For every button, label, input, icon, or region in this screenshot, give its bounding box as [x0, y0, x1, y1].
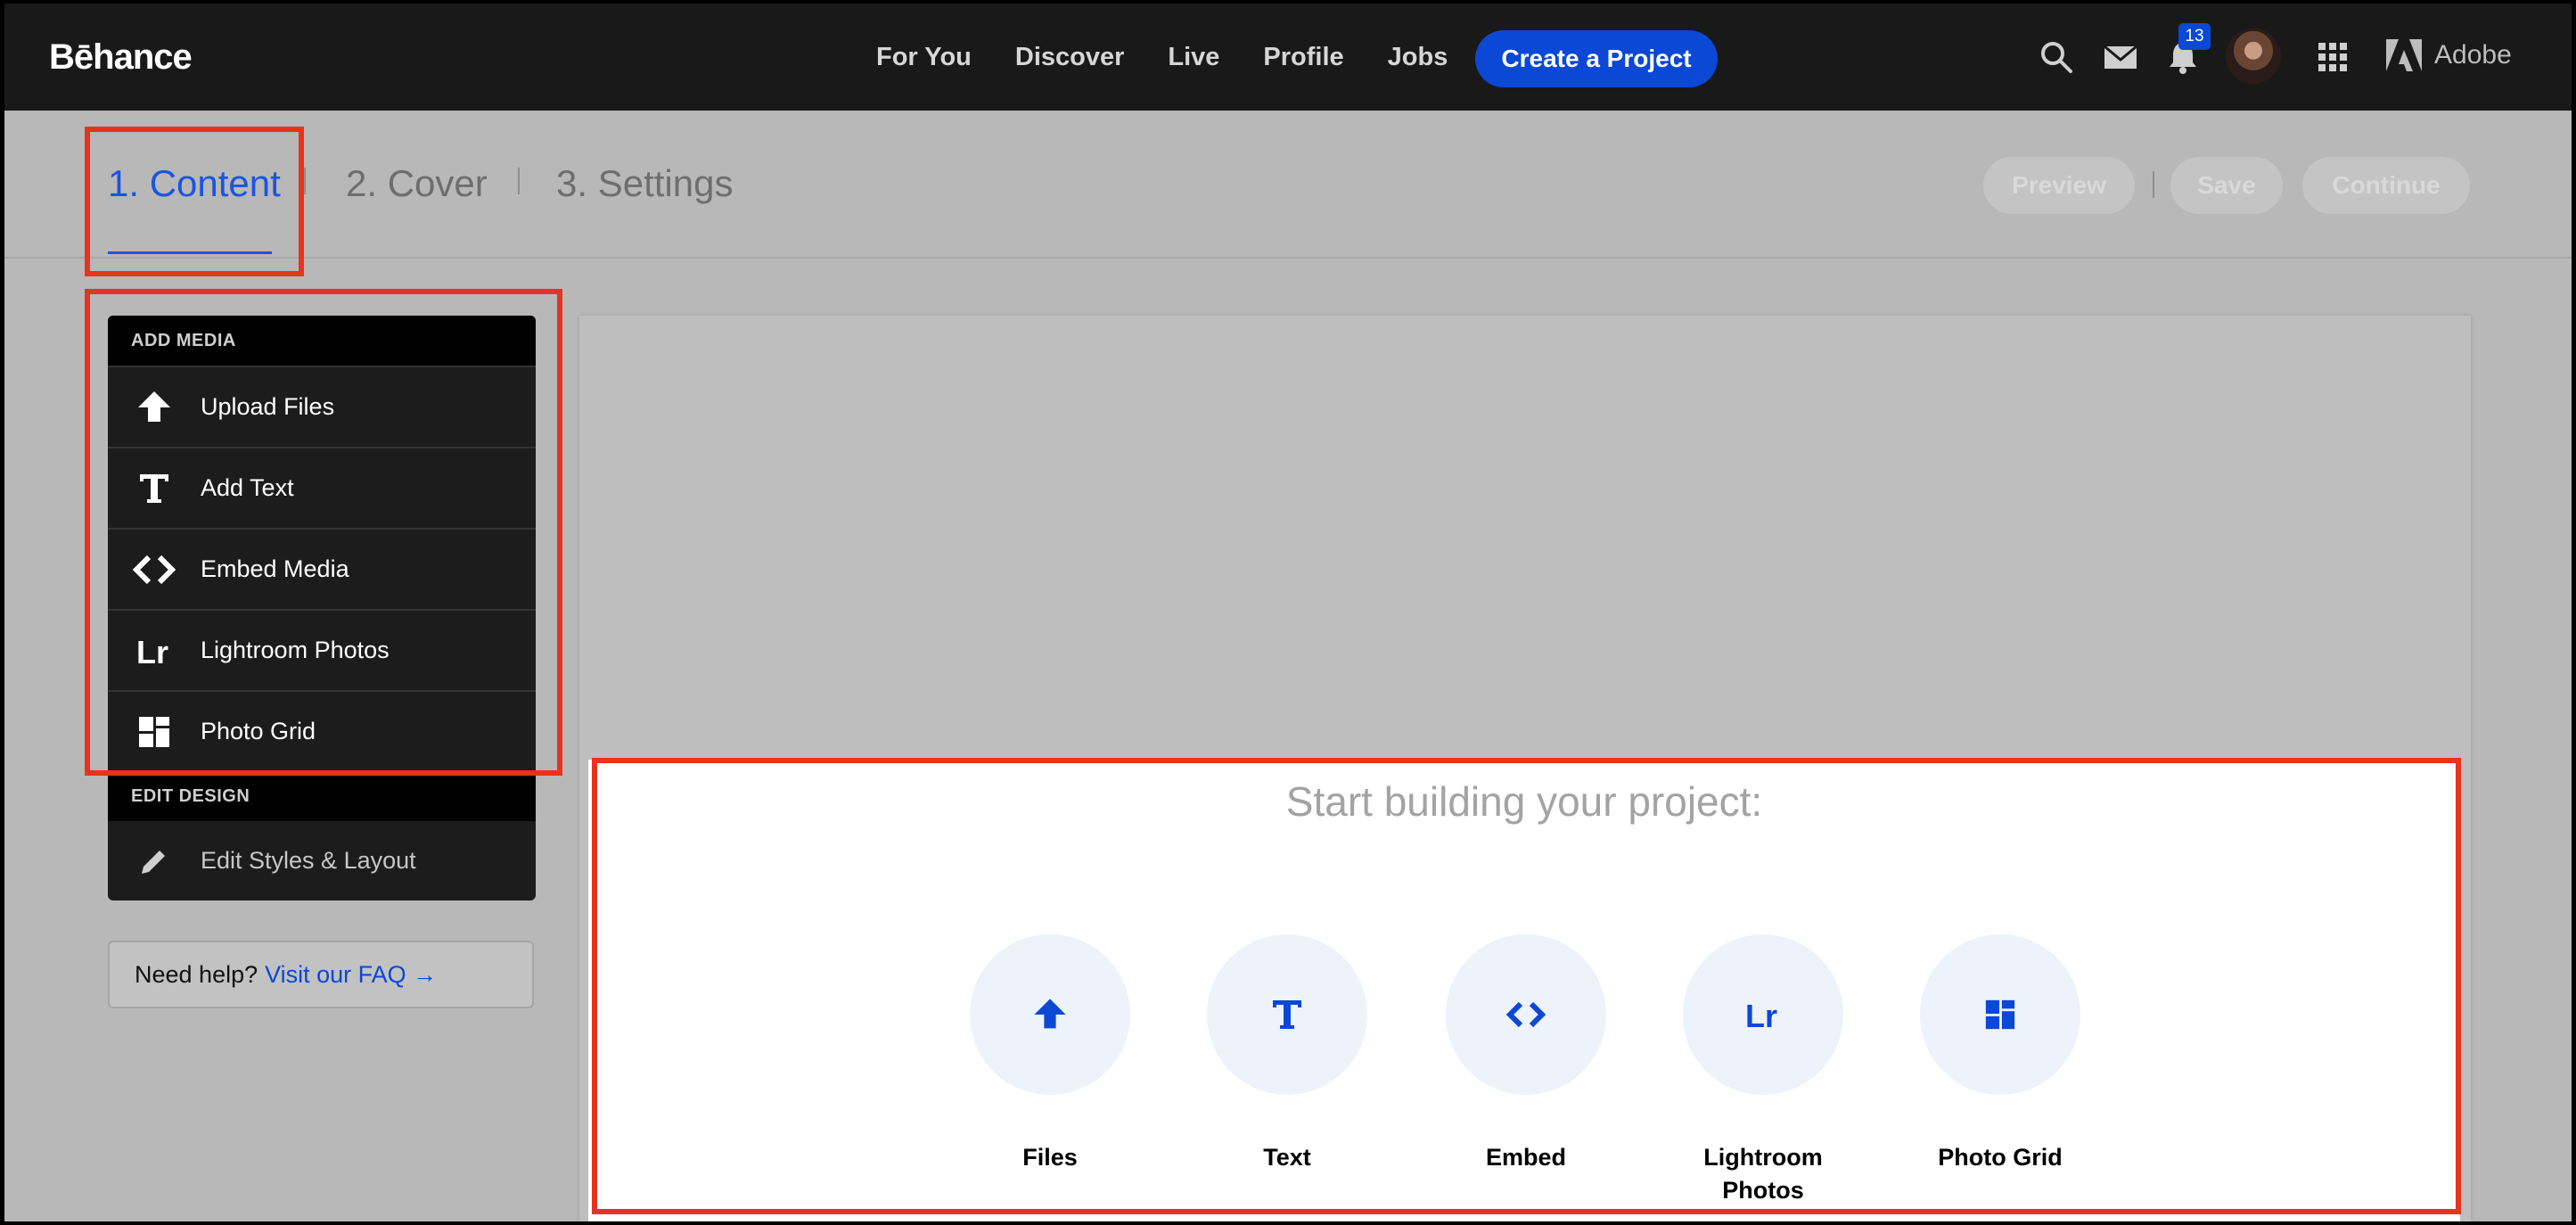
nav-link-live[interactable]: Live — [1168, 43, 1219, 72]
mail-icon[interactable] — [2101, 37, 2140, 77]
app-window: Bēhance For You Discover Live Profile Jo… — [4, 4, 2572, 1221]
start-building-title: Start building your project: — [1285, 778, 1763, 825]
photo-grid-icon — [1985, 999, 2015, 1030]
photo-grid-label: Photo Grid — [201, 718, 316, 744]
add-text-item[interactable]: Add Text — [108, 447, 536, 528]
lightroom-tile[interactable]: Lr Lightroom Photos — [1683, 934, 1843, 1207]
embed-media-item[interactable]: Embed Media — [108, 528, 536, 609]
edit-styles-item[interactable]: Edit Styles & Layout — [108, 821, 536, 900]
save-button[interactable]: Save — [2170, 157, 2283, 214]
tab-cover[interactable]: 2. Cover — [346, 162, 488, 205]
step-divider — [304, 168, 306, 194]
embed-code-icon — [1505, 1001, 1546, 1028]
files-tile-label: Files — [1022, 1144, 1078, 1171]
lightroom-icon: Lr — [1745, 998, 1777, 1032]
faq-link[interactable]: Visit our FAQ → — [265, 961, 437, 989]
active-tab-underline — [108, 251, 272, 254]
adobe-label: Adobe — [2434, 40, 2512, 70]
add-media-panel: ADD MEDIA Upload Files Add Text Embed Me… — [108, 316, 536, 900]
avatar[interactable] — [2226, 29, 2281, 84]
text-tile[interactable]: Text — [1207, 934, 1367, 1174]
notification-badge: 13 — [2178, 23, 2211, 50]
text-t-icon — [1273, 1000, 1301, 1029]
text-t-icon — [140, 473, 168, 503]
nav-link-for-you[interactable]: For You — [876, 43, 972, 72]
upload-files-item[interactable]: Upload Files — [108, 366, 536, 447]
files-tile[interactable]: Files — [970, 934, 1130, 1174]
action-divider — [2153, 171, 2154, 198]
photo-grid-tile[interactable]: Photo Grid — [1920, 934, 2080, 1174]
nav-link-jobs[interactable]: Jobs — [1388, 43, 1448, 72]
upload-arrow-icon — [138, 391, 170, 422]
search-icon[interactable] — [2037, 37, 2076, 77]
embed-tile[interactable]: Embed — [1446, 934, 1606, 1174]
photo-grid-item[interactable]: Photo Grid — [108, 690, 536, 771]
lightroom-icon: Lr — [136, 634, 168, 669]
top-nav: Bēhance For You Discover Live Profile Jo… — [4, 4, 2572, 111]
lightroom-tile-label: Lightroom Photos — [1703, 1144, 1823, 1204]
help-box: Need help? Visit our FAQ → — [108, 941, 534, 1008]
lightroom-photos-item[interactable]: Lr Lightroom Photos — [108, 609, 536, 690]
pencil-icon — [142, 850, 165, 874]
step-divider — [518, 168, 520, 194]
add-text-label: Add Text — [201, 474, 294, 501]
embed-media-label: Embed Media — [201, 555, 349, 582]
steps-bar: 1. Content 2. Cover 3. Settings Preview … — [4, 111, 2572, 259]
edit-styles-label: Edit Styles & Layout — [201, 847, 416, 874]
photo-grid-icon — [139, 716, 169, 747]
tab-settings[interactable]: 3. Settings — [556, 162, 733, 205]
photo-grid-tile-label: Photo Grid — [1938, 1144, 2063, 1171]
help-text: Need help? — [135, 960, 258, 988]
nav-link-discover[interactable]: Discover — [1015, 43, 1125, 72]
lightroom-photos-label: Lightroom Photos — [201, 637, 390, 663]
svg-text:Lr: Lr — [136, 634, 168, 669]
edit-design-heading: EDIT DESIGN — [108, 771, 536, 821]
embed-code-icon — [133, 555, 176, 584]
add-media-heading: ADD MEDIA — [108, 316, 536, 366]
continue-button[interactable]: Continue — [2302, 157, 2470, 214]
nav-links: For You Discover Live Profile Jobs — [876, 4, 1491, 111]
create-project-button[interactable]: Create a Project — [1475, 30, 1718, 87]
start-building-panel: Start building your project: Files Text … — [588, 760, 2460, 1221]
upload-files-label: Upload Files — [201, 393, 335, 420]
behance-logo[interactable]: Bēhance — [49, 37, 193, 78]
upload-arrow-icon — [1034, 999, 1066, 1029]
preview-button[interactable]: Preview — [1983, 157, 2135, 214]
nav-link-profile[interactable]: Profile — [1263, 43, 1343, 72]
adobe-logo-icon — [2386, 39, 2422, 71]
text-tile-label: Text — [1263, 1144, 1311, 1171]
embed-tile-label: Embed — [1485, 1144, 1567, 1171]
adobe-link[interactable]: Adobe — [2386, 39, 2512, 71]
apps-grid-icon[interactable] — [2313, 37, 2352, 77]
svg-text:Lr: Lr — [1745, 998, 1777, 1032]
tab-content[interactable]: 1. Content — [108, 162, 281, 205]
